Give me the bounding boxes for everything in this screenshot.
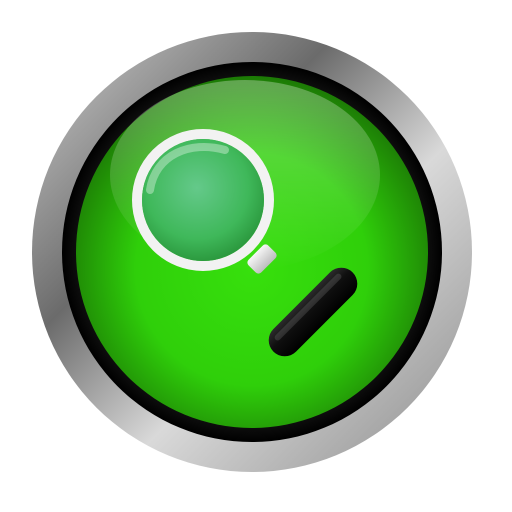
lens-glass (142, 139, 264, 261)
search-button-graphic (32, 32, 472, 472)
canvas (0, 0, 512, 512)
search-button[interactable] (0, 0, 512, 512)
